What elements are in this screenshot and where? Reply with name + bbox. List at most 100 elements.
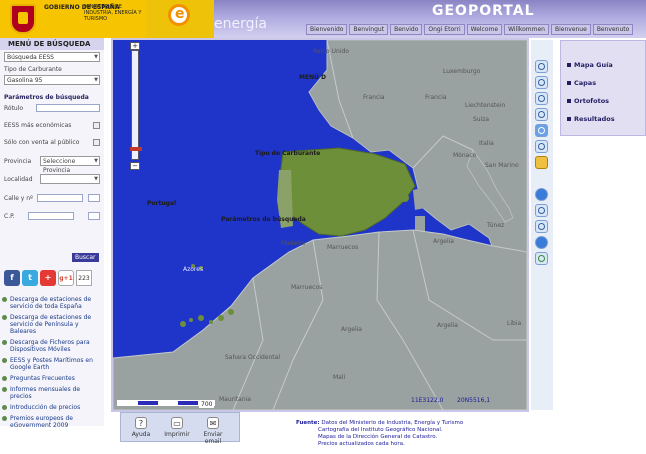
search-mode-select[interactable]: Búsqueda EESS	[4, 52, 100, 62]
map-label-azores: Azores	[183, 266, 204, 273]
link-item[interactable]: Premios europeos de eGovernment 2009	[2, 413, 102, 431]
source-line2: Cartografía del Instituto Geográfico Nac…	[318, 427, 443, 433]
cheapest-checkbox[interactable]	[93, 122, 100, 129]
zoom-extent-tool-icon[interactable]	[535, 92, 548, 105]
links-list: Descarga de estaciones de servicio de to…	[2, 294, 102, 431]
twitter-icon[interactable]: t	[22, 270, 38, 286]
zoom-out-tool-icon[interactable]	[535, 76, 548, 89]
map-label-algeria3: Argelia	[341, 326, 362, 333]
link-item[interactable]: Introducción de precios	[2, 402, 102, 413]
zoom-slider-handle[interactable]	[130, 147, 142, 151]
map-label-italy: Italia	[479, 140, 494, 147]
province-row: Provincia Seleccione Provincia	[0, 154, 104, 174]
province-select[interactable]: Seleccione Provincia	[40, 156, 100, 174]
lang-tab-fr[interactable]: Bienvenue	[550, 24, 591, 35]
facebook-icon[interactable]: f	[4, 270, 20, 286]
lang-tab-ca[interactable]: Benvingut	[349, 24, 389, 35]
localidad-select[interactable]	[40, 174, 100, 184]
energia-logo[interactable]	[146, 0, 214, 38]
params-title: Parámetros de búsqueda	[4, 94, 89, 101]
government-logo[interactable]: GOBIERNO DE ESPAÑA MINISTERIO DE INDUSTR…	[0, 0, 146, 38]
link-item[interactable]: Informes mensuales de precios	[2, 384, 102, 402]
zoom-in-button[interactable]: +	[130, 42, 140, 50]
cp-row: C.P.	[0, 210, 104, 222]
lang-tab-it[interactable]: Benvenuto	[592, 24, 634, 35]
search-zoom-alt-icon[interactable]	[535, 220, 548, 233]
spain-coat-of-arms-icon	[10, 4, 36, 34]
info-tool-icon[interactable]	[535, 140, 548, 153]
street-input[interactable]	[37, 194, 84, 202]
link-item[interactable]: Descarga de Ficheros para Dispositivos M…	[2, 337, 102, 355]
map-viewer[interactable]: Reino Unido Luxemburgo Francia Francia L…	[111, 38, 529, 412]
print-button[interactable]: ▭ Imprimir	[161, 417, 193, 438]
menu-bullet-icon	[567, 81, 571, 85]
link-item[interactable]: Descarga de estaciones de servicio de Pe…	[2, 312, 102, 337]
fuel-select[interactable]: Gasolina 95	[4, 75, 100, 85]
cp-extra-input[interactable]	[88, 212, 100, 220]
search-panel: MENÚ DE BÚSQUEDA Búsqueda EESS Tipo de C…	[0, 38, 104, 429]
social-bar: f t + g+1 223	[4, 270, 92, 286]
lang-tab-en[interactable]: Welcome	[466, 24, 503, 35]
google-plus-icon[interactable]: g+1	[58, 270, 74, 286]
app-title: GEOPORTAL	[432, 3, 535, 19]
bottom-toolbar: ? Ayuda ▭ Imprimir ✉ Enviar email	[120, 412, 240, 445]
map-label-mauritania: Mauritania	[219, 396, 251, 403]
refresh-icon[interactable]	[535, 252, 548, 265]
addthis-plus-icon[interactable]: +	[40, 270, 56, 286]
link-item[interactable]: EESS y Postes Marítimos en Google Earth	[2, 355, 102, 373]
menu-bullet-icon	[567, 117, 571, 121]
cp-input[interactable]	[28, 212, 75, 220]
zoom-out-button[interactable]: −	[130, 162, 140, 170]
search-zoom-icon[interactable]	[535, 204, 548, 217]
bullet-icon	[2, 315, 7, 320]
canary-island	[198, 315, 204, 321]
menu-capas[interactable]: Capas	[567, 79, 596, 87]
source-label: Fuente:	[296, 420, 320, 426]
email-button[interactable]: ✉ Enviar email	[197, 417, 229, 445]
canary-island	[189, 318, 193, 322]
cheapest-row: EESS más económicas	[0, 120, 104, 131]
help-button[interactable]: ? Ayuda	[125, 417, 157, 438]
balearic-islands	[401, 194, 409, 202]
rotulo-input[interactable]	[36, 104, 100, 112]
source-line1: Datos del Ministerio de Industria, Energ…	[321, 420, 464, 426]
map-label-liechtenstein: Liechtenstein	[465, 102, 506, 109]
corsica-landmass	[413, 188, 425, 210]
link-item[interactable]: Descarga de estaciones de servicio de to…	[2, 294, 102, 312]
menu-mapa-guia[interactable]: Mapa Guía	[567, 61, 613, 69]
search-button[interactable]: Buscar	[72, 253, 99, 262]
previous-view-icon[interactable]	[535, 188, 548, 201]
map-label-san-marino: San Marino	[485, 162, 519, 169]
layers-globe-icon[interactable]	[535, 236, 548, 249]
hand-pan-tool-icon[interactable]	[535, 124, 548, 137]
lang-tab-es[interactable]: Bienvenido	[306, 24, 348, 35]
zoom-slider[interactable]	[130, 50, 142, 160]
fuel-type-label: Tipo de Carburante	[4, 66, 62, 73]
cp-label: C.P.	[4, 212, 15, 220]
measure-pencil-icon[interactable]	[535, 156, 548, 169]
pan-arrows-tool-icon[interactable]	[535, 108, 548, 121]
rotulo-row: Rótulo	[0, 102, 104, 114]
map-label-algeria1: Argelia	[433, 238, 454, 245]
zoom-in-tool-icon[interactable]	[535, 60, 548, 73]
map-label-morocco1: Marruecos	[327, 244, 359, 251]
menu-ortofotos[interactable]: Ortofotos	[567, 97, 609, 105]
share-count: 223	[76, 270, 92, 286]
street-number-input[interactable]	[87, 194, 100, 202]
localidad-row: Localidad	[0, 172, 104, 186]
lang-tab-eu[interactable]: Ongi Etorri	[424, 24, 465, 35]
lang-tab-de[interactable]: Willkommen	[504, 24, 549, 35]
link-item[interactable]: Preguntas Frecuentes	[2, 373, 102, 384]
lang-tab-gl[interactable]: Benvido	[390, 24, 423, 35]
printer-icon: ▭	[171, 417, 183, 429]
ministry-text: MINISTERIO DE INDUSTRIA, ENERGÍA Y TURIS…	[84, 4, 142, 22]
menu-bullet-icon	[567, 99, 571, 103]
map-label-france2: Francia	[425, 94, 447, 101]
map-overlay-params: Parámetros de búsqueda	[221, 216, 306, 223]
map-label-monaco: Mónaco	[453, 152, 477, 159]
map-label-western-sahara: Sahara Occidental	[225, 354, 281, 361]
canary-island	[209, 320, 213, 324]
public-sale-checkbox[interactable]	[93, 139, 100, 146]
menu-resultados[interactable]: Resultados	[567, 115, 615, 123]
map-label-portugal: Portugal	[147, 200, 177, 207]
